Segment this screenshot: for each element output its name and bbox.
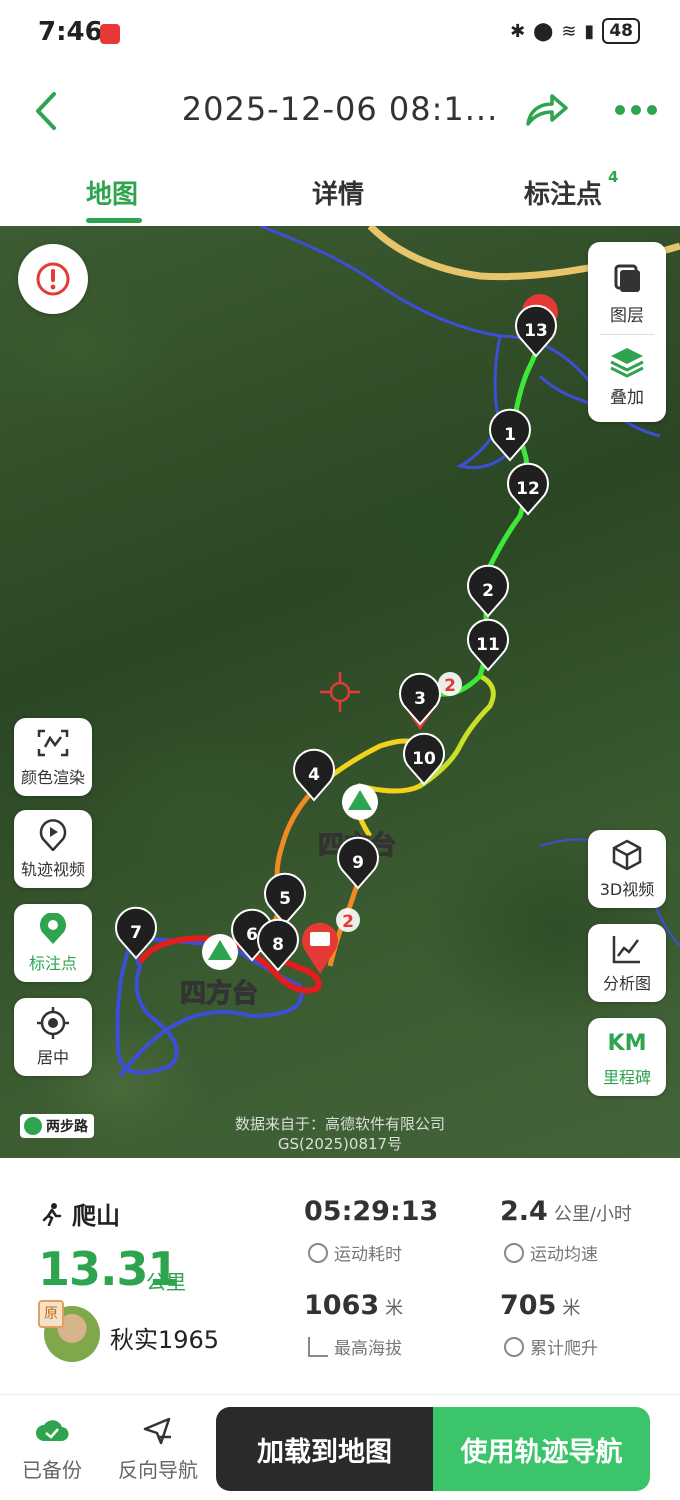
bluetooth-icon: ✱ [510,20,526,42]
photo-marker-icon[interactable] [302,922,338,974]
page-title: 2025-12-06 08:1... [181,90,499,128]
waypoint-pin-9[interactable]: 9 [337,836,379,890]
avg-speed-value: 2.4 公里/小时 [500,1196,632,1227]
status-icons: ✱ ⬤ ≋ ▮ 48 [510,18,640,44]
backup-button[interactable]: 已备份 [2,1415,102,1483]
distance-unit: 公里 [146,1270,186,1294]
waypoint-pin-2[interactable]: 2 [467,564,509,618]
color-render-icon [36,726,70,760]
waypoint-label: 12 [516,479,540,499]
waypoint-pin-3[interactable]: 3 [399,672,441,726]
waypoint-label: 3 [414,689,426,709]
stopwatch-icon [308,1242,328,1263]
alert-icon [36,262,70,296]
waypoint-label: 13 [524,321,548,341]
track-video-button[interactable]: 轨迹视频 [14,810,92,888]
color-render-button[interactable]: 颜色渲染 [14,718,92,796]
cube-icon [610,838,644,872]
battery-icon: 48 [602,18,640,44]
tab-details[interactable]: 详情 [312,174,364,211]
back-icon[interactable] [28,88,68,134]
analysis-chart-button[interactable]: 分析图 [588,924,666,1002]
3d-video-button[interactable]: 3D视频 [588,830,666,908]
altitude-icon [308,1336,328,1357]
sport-type: 爬山 [40,1196,120,1231]
reverse-nav-button[interactable]: 反向导航 [108,1415,208,1483]
stats-panel: 爬山 13.31 公里 原 秋实1965 05:29:13 运动耗时 2.4 公里… [0,1158,680,1394]
map-credit: 数据来自于：高德软件有限公司 GS(2025)0817号 [234,1115,445,1153]
footprint-pin-icon [36,912,70,946]
load-to-map-button[interactable]: 加载到地图 [216,1407,433,1491]
waypoint-label: 9 [352,853,364,873]
milestone-button[interactable]: KM 里程碑 [588,1018,666,1096]
max-altitude-label: 最高海拔 [308,1334,402,1359]
layers-button[interactable]: 图层 [588,262,666,326]
duration-value: 05:29:13 [304,1196,439,1227]
hiker-icon [42,1202,62,1226]
place-label: 四方台 [180,978,258,1009]
waypoint-label: 5 [279,889,291,909]
waypoint-label: 11 [476,635,500,655]
signal-icon: ▮ [584,20,595,42]
waypoint-label: 1 [504,425,516,445]
km-icon: KM [607,1030,647,1056]
tab-underline [86,218,142,223]
layer-panel: 图层 叠加 [588,242,666,422]
status-bar: 7:46 ✱ ⬤ ≋ ▮ 48 [0,0,680,66]
avg-speed-label: 运动均速 [504,1240,598,1265]
waypoint-pin-4[interactable]: 4 [293,748,335,802]
username[interactable]: 秋实1965 [110,1320,219,1355]
waypoint-label: 10 [412,749,436,769]
waypoint-label: 6 [246,925,258,945]
tab-markers[interactable]: 标注点 [524,174,602,211]
layers-icon [614,264,640,292]
crosshair-icon [320,672,360,712]
stack-icon [610,348,644,378]
reverse-nav-icon [143,1417,171,1445]
marker-count-badge: 2 [444,676,456,696]
bottom-bar: 已备份 反向导航 加载到地图 使用轨迹导航 [0,1394,680,1500]
speedometer-icon [504,1242,524,1263]
notification-icon [100,24,120,44]
duration-label: 运动耗时 [308,1240,402,1265]
waypoint-pin-10[interactable]: 10 [403,732,445,786]
more-icon[interactable] [614,102,658,118]
max-altitude-value: 1063 米 [304,1290,404,1321]
tab-map[interactable]: 地图 [86,174,138,211]
climb-value: 705 米 [500,1290,581,1321]
waypoint-label: 7 [130,923,142,943]
waypoint-label: 4 [308,765,320,785]
center-button[interactable]: 居中 [14,998,92,1076]
waypoint-pin-11[interactable]: 11 [467,618,509,672]
tab-bar: 地图 详情 标注点 [0,160,680,226]
waypoint-pin-12[interactable]: 12 [507,462,549,516]
original-badge: 原 [38,1300,64,1328]
marker-count-badge: 4 [608,168,619,186]
waypoint-label: 8 [272,935,284,955]
waypoint-label: 2 [482,581,494,601]
overlay-button[interactable]: 叠加 [588,344,666,408]
map-canvas: 四方台 四方台 2 2 12345678910111213 [115,226,680,1078]
track-navigation-button[interactable]: 使用轨迹导航 [433,1407,650,1491]
waypoint-pin-5[interactable]: 5 [264,872,306,926]
climb-icon [504,1336,524,1357]
cloud-check-icon [36,1420,69,1442]
chart-icon [610,932,644,966]
wifi-icon: ≋ [561,20,577,42]
marker-count-badge: 2 [342,912,354,932]
share-icon[interactable] [522,90,570,130]
alert-button[interactable] [18,244,88,314]
climb-label: 累计爬升 [504,1334,598,1359]
header: 2025-12-06 08:1... [0,66,680,160]
map-view[interactable]: 四方台 四方台 2 2 12345678910111213 [0,226,680,1158]
play-pin-icon [36,818,70,852]
target-icon [36,1006,70,1040]
location-icon: ⬤ [533,20,554,42]
status-time: 7:46 [38,17,103,47]
markers-button[interactable]: 标注点 [14,904,92,982]
